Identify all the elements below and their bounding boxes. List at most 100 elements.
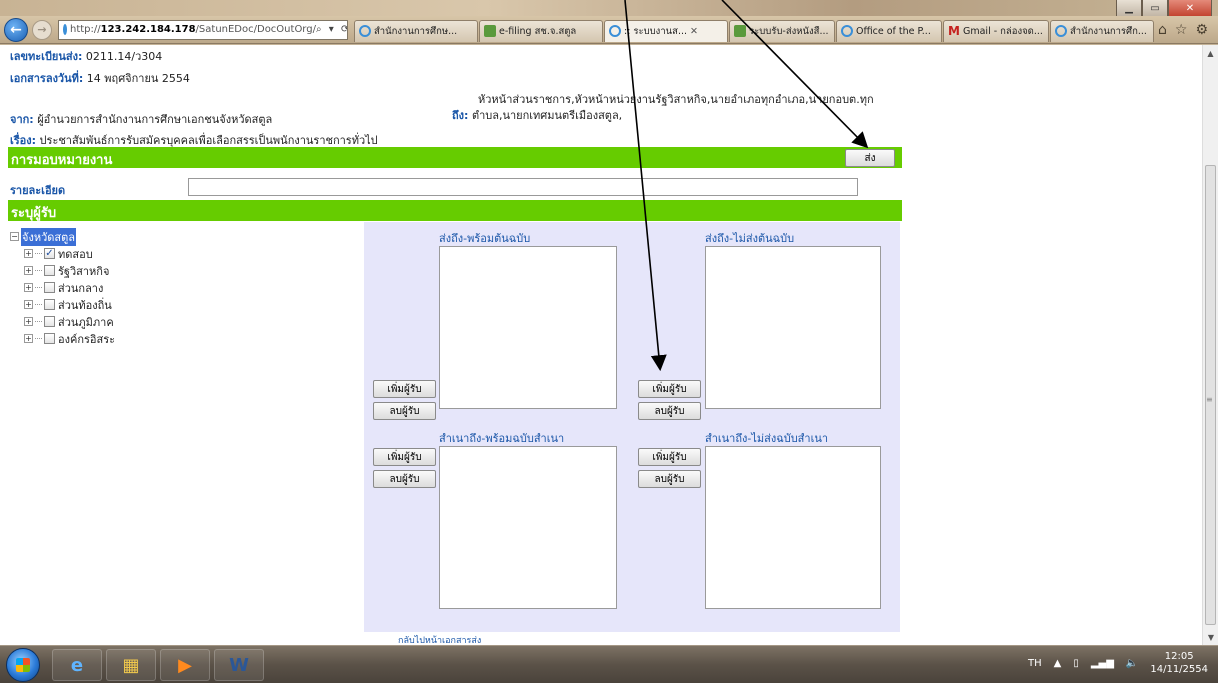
from-label: จาก:	[10, 113, 34, 126]
tab-item[interactable]: M Gmail - กล่องจด...	[943, 19, 1049, 42]
tray-expand-icon[interactable]: ▲	[1054, 658, 1062, 669]
tree-item[interactable]: + องค์กรอิสระ	[10, 330, 115, 347]
tab-item[interactable]: สำนักงานการศึก...	[1050, 19, 1154, 42]
doc-date-value: 14 พฤศจิกายน 2554	[86, 72, 190, 85]
tab-item[interactable]: Office of the P...	[836, 19, 942, 42]
list-copy-with[interactable]	[439, 446, 617, 609]
gear-icon[interactable]: ⚙	[1195, 22, 1208, 38]
ie-icon	[841, 25, 853, 37]
vertical-scrollbar[interactable]: ▲ ≡ ▼	[1202, 45, 1218, 645]
browser-toolbar-icons: ⌂ ☆ ⚙	[1158, 22, 1208, 38]
tab-label: Office of the P...	[856, 25, 931, 37]
word-taskbar-icon[interactable]: W	[214, 649, 264, 681]
tab-label: :: ระบบงานส...	[624, 25, 688, 37]
checkbox[interactable]	[44, 282, 55, 293]
address-tools[interactable]: ⌕ ▾ ⟳ ✕	[316, 24, 347, 35]
expand-icon[interactable]: +	[24, 334, 33, 343]
add-recipient-button[interactable]: เพิ่มผู้รับ	[373, 448, 436, 466]
home-icon[interactable]: ⌂	[1158, 22, 1167, 38]
back-to-sent-docs-link[interactable]: กลับไปหน้าเอกสารส่ง	[398, 633, 481, 645]
tab-label: e-filing สช.จ.สตูล	[499, 25, 577, 37]
expand-icon[interactable]: +	[24, 300, 33, 309]
language-indicator[interactable]: TH	[1028, 658, 1042, 669]
scroll-up-icon[interactable]: ▲	[1203, 45, 1218, 61]
tree-connector	[35, 270, 42, 271]
detail-input[interactable]	[188, 178, 858, 196]
from-line: จาก: ผู้อำนวยการสำนักงานการศึกษาเอกชนจัง…	[10, 110, 272, 128]
reg-number-label: เลขทะเบียนส่ง:	[10, 50, 83, 63]
battery-icon[interactable]: ▯	[1073, 658, 1079, 669]
add-recipient-button[interactable]: เพิ่มผู้รับ	[638, 448, 701, 466]
tree-item[interactable]: + ส่วนท้องถิ่น	[10, 296, 115, 313]
media-player-taskbar-icon[interactable]: ▶	[160, 649, 210, 681]
scroll-grip-icon: ≡	[1206, 395, 1213, 404]
scroll-down-icon[interactable]: ▼	[1203, 629, 1218, 645]
tree-item[interactable]: + ส่วนภูมิภาค	[10, 313, 115, 330]
checkbox[interactable]	[44, 316, 55, 327]
tree-connector	[35, 287, 42, 288]
tab-item[interactable]: e-filing สช.จ.สตูล	[479, 19, 603, 42]
url-domain: 123.242.184.178	[100, 24, 196, 35]
expand-icon[interactable]: +	[24, 317, 33, 326]
expand-icon[interactable]: +	[24, 266, 33, 275]
tree-item[interactable]: + รัฐวิสาหกิจ	[10, 262, 115, 279]
list-send-original[interactable]	[439, 246, 617, 409]
subject-label: เรื่อง:	[10, 134, 37, 147]
col-head-copy-without: สำเนาถึง-ไม่ส่งฉบับสำเนา	[705, 432, 829, 445]
back-button[interactable]: ←	[4, 17, 28, 42]
list-send-no-original[interactable]	[705, 246, 881, 409]
mail-icon	[734, 25, 746, 37]
doc-date-label: เอกสารลงวันที่:	[10, 72, 84, 85]
tree-root[interactable]: − จังหวัดสตูล	[10, 227, 115, 246]
tree-connector	[35, 338, 42, 339]
address-bar[interactable]: http://123.242.184.178/SatunEDoc/DocOutO…	[58, 19, 348, 40]
expand-icon[interactable]: +	[24, 249, 33, 258]
remove-recipient-button[interactable]: ลบผู้รับ	[638, 402, 701, 420]
tree-item-label: ส่วนภูมิภาค	[58, 315, 114, 329]
to-label: ถึง:	[452, 109, 469, 122]
tree-item-label: ส่วนกลาง	[58, 281, 104, 295]
ie-icon	[609, 25, 621, 37]
recipients-header: ระบุผู้รับ	[8, 200, 902, 221]
col-head-send-no-original: ส่งถึง-ไม่ส่งต้นฉบับ	[705, 232, 795, 245]
tree-connector	[35, 253, 42, 254]
tree-item-label: ทดสอบ	[58, 247, 93, 261]
explorer-taskbar-icon[interactable]: ▦	[106, 649, 156, 681]
close-tab-icon[interactable]: ✕	[690, 26, 698, 37]
tab-item[interactable]: สำนักงานการศึกษ...	[354, 19, 478, 42]
checkbox[interactable]	[44, 265, 55, 276]
forward-button[interactable]: →	[32, 19, 52, 40]
checkbox[interactable]	[44, 299, 55, 310]
mail-icon	[484, 25, 496, 37]
signal-icon[interactable]: ▂▄▆	[1091, 658, 1114, 669]
add-recipient-button[interactable]: เพิ่มผู้รับ	[638, 380, 701, 398]
tab-item-active[interactable]: :: ระบบงานส... ✕	[604, 19, 728, 42]
clock-date: 14/11/2554	[1150, 664, 1208, 675]
clock[interactable]: 12:05 14/11/2554	[1150, 650, 1208, 676]
tree-connector	[35, 304, 42, 305]
recipient-tree: − จังหวัดสตูล + ✓ ทดสอบ + รัฐวิสาหกิจ + ส่วน…	[10, 227, 115, 347]
start-button[interactable]	[6, 648, 40, 682]
collapse-icon[interactable]: −	[10, 232, 19, 241]
ie-taskbar-icon[interactable]: e	[52, 649, 102, 681]
to-line-2: ถึง: ตำบล,นายกเทศมนตรีเมืองสตูล,	[452, 108, 922, 124]
checkbox-checked[interactable]: ✓	[44, 248, 55, 259]
send-button[interactable]: ส่ง	[845, 149, 895, 167]
checkbox[interactable]	[44, 333, 55, 344]
to-block: หัวหน้าส่วนราชการ,หัวหน้าหน่วยงานรัฐวิสา…	[452, 92, 922, 124]
tree-root-label[interactable]: จังหวัดสตูล	[21, 227, 76, 246]
tree-item-label: รัฐวิสาหกิจ	[58, 264, 110, 278]
volume-icon[interactable]: 🔈	[1126, 658, 1138, 669]
tab-item[interactable]: ระบบรับ-ส่งหนังสื...	[729, 19, 835, 42]
remove-recipient-button[interactable]: ลบผู้รับ	[373, 402, 436, 420]
remove-recipient-button[interactable]: ลบผู้รับ	[638, 470, 701, 488]
taskbar: e ▦ ▶ W TH ▲ ▯ ▂▄▆ 🔈 12:05 14/11/2554	[0, 645, 1218, 683]
tree-item[interactable]: + ✓ ทดสอบ	[10, 245, 115, 262]
tree-item[interactable]: + ส่วนกลาง	[10, 279, 115, 296]
remove-recipient-button[interactable]: ลบผู้รับ	[373, 470, 436, 488]
tree-item-label: องค์กรอิสระ	[58, 332, 116, 346]
list-copy-without[interactable]	[705, 446, 881, 609]
add-recipient-button[interactable]: เพิ่มผู้รับ	[373, 380, 436, 398]
expand-icon[interactable]: +	[24, 283, 33, 292]
favorites-star-icon[interactable]: ☆	[1175, 22, 1188, 38]
